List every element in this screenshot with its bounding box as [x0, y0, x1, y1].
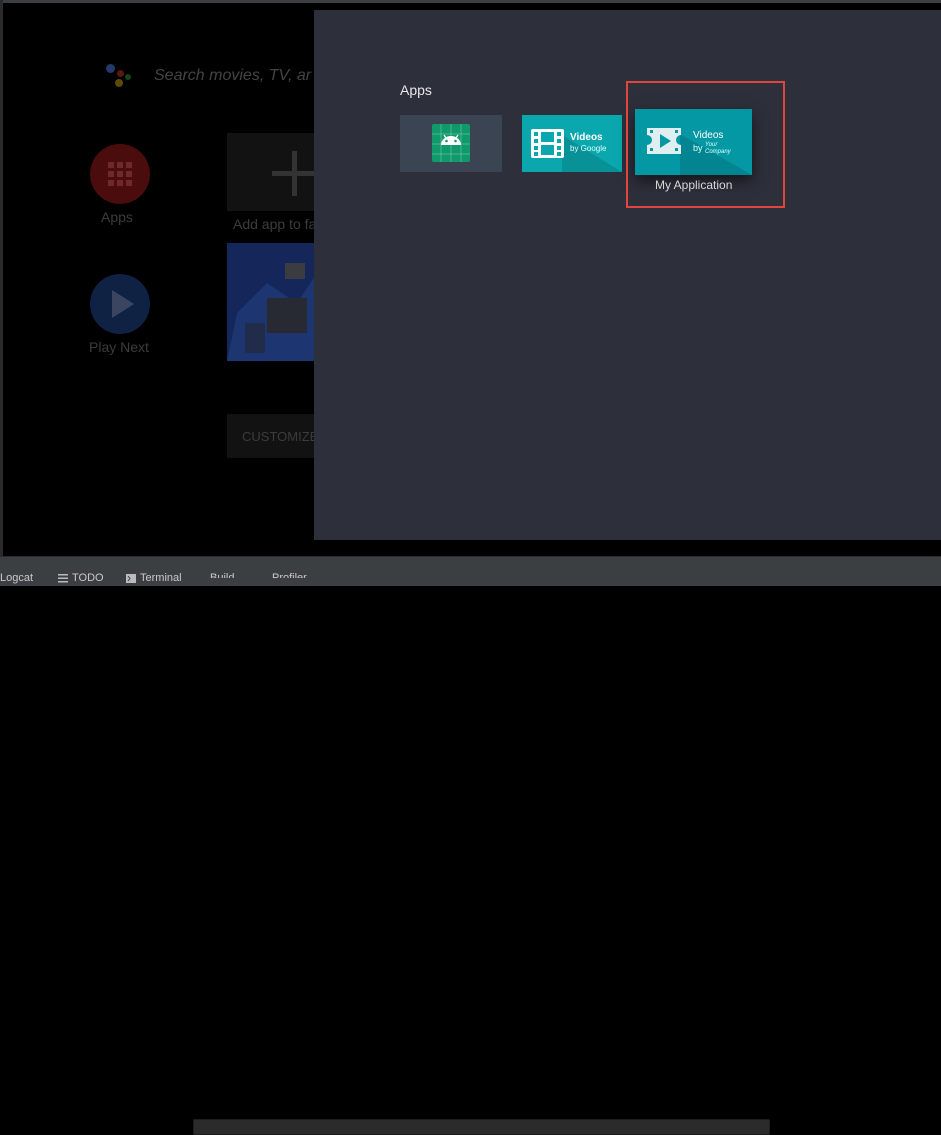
profiler-label: Profiler	[272, 572, 307, 584]
terminal-tab[interactable]: Terminal	[126, 572, 182, 584]
featured-artwork	[227, 243, 317, 361]
play-icon	[112, 290, 134, 318]
build-tab[interactable]: Build	[210, 572, 235, 584]
app-tile-android[interactable]	[400, 115, 502, 172]
todo-tab[interactable]: TODO	[58, 572, 104, 584]
grid-icon	[108, 162, 132, 186]
android-icon	[432, 124, 470, 162]
apps-launcher-label: Apps	[101, 209, 133, 225]
google-assistant-icon[interactable]	[104, 60, 134, 90]
build-label: Build	[210, 572, 235, 584]
customize-button[interactable]: CUSTOMIZE	[227, 414, 319, 458]
plus-icon-vertical	[292, 151, 297, 196]
videos-google-subtitle: by Google	[570, 144, 607, 153]
app-tile-videos-by-google[interactable]: Videos by Google	[522, 115, 622, 172]
logcat-label: Logcat	[0, 572, 34, 584]
highlight-annotation	[626, 81, 785, 208]
apps-panel-title: Apps	[400, 82, 432, 98]
play-next-button[interactable]	[90, 274, 150, 334]
search-hint[interactable]: Search movies, TV, ar	[154, 67, 311, 85]
terminal-label: Terminal	[140, 572, 182, 584]
add-app-tile[interactable]	[227, 133, 317, 211]
play-next-label: Play Next	[89, 339, 149, 355]
customize-label: CUSTOMIZE	[242, 429, 319, 444]
videos-google-title: Videos	[570, 132, 603, 143]
add-app-label: Add app to fa	[233, 216, 317, 232]
terminal-icon	[126, 573, 136, 583]
apps-launcher-button[interactable]	[90, 144, 150, 204]
profiler-tab[interactable]: Profiler	[272, 572, 307, 584]
logcat-tab[interactable]: Logcat	[0, 572, 33, 584]
horizontal-scrollbar[interactable]	[193, 1119, 770, 1135]
featured-content-tile[interactable]	[227, 243, 317, 361]
tv-launcher-background: Search movies, TV, ar Apps Play Next Add…	[3, 3, 319, 553]
list-icon	[58, 573, 68, 582]
ide-bottom-toolbar: Logcat TODO Terminal Build Profiler	[0, 556, 941, 1135]
todo-label: TODO	[72, 572, 104, 584]
